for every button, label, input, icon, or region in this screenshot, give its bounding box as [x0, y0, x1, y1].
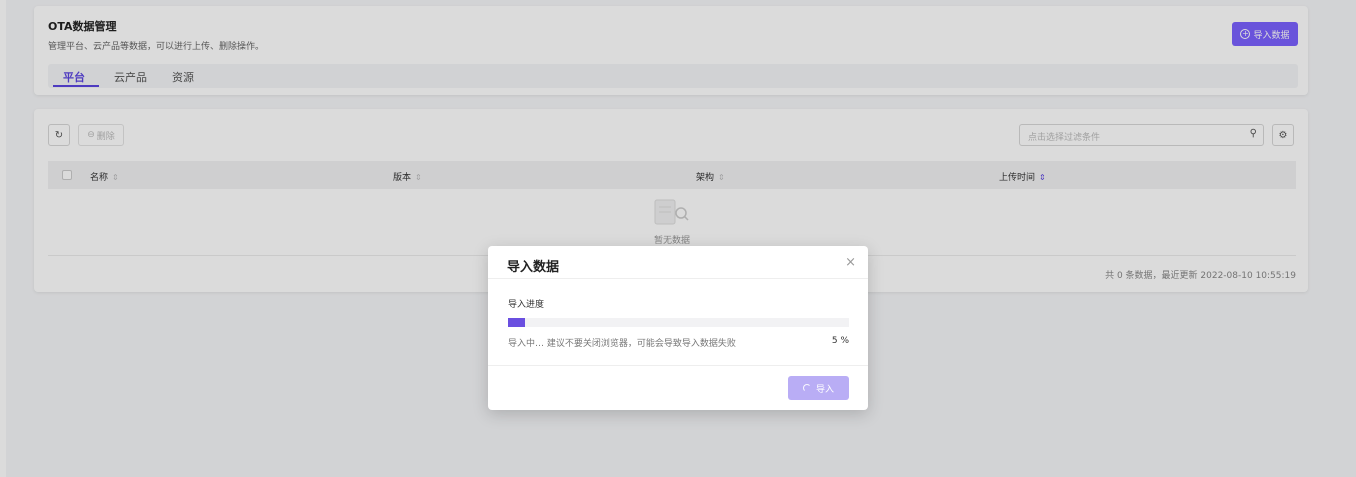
progress-label: 导入进度 [508, 300, 545, 310]
progress-hint: 导入中… 建议不要关闭浏览器，可能会导致导入数据失败 [508, 339, 736, 349]
progress-bar-fill [508, 318, 526, 327]
progress-percent: 5 % [831, 336, 849, 346]
close-icon[interactable]: × [845, 255, 856, 270]
modal-footer-divider [488, 365, 868, 366]
progress-bar [508, 318, 849, 327]
import-submit-label: 导入 [815, 384, 834, 395]
modal-title: 导入数据 [507, 260, 560, 275]
import-submit-button[interactable]: 导入 [788, 376, 849, 400]
import-modal: 导入数据 × 导入进度 导入中… 建议不要关闭浏览器，可能会导致导入数据失败 5… [488, 246, 868, 410]
modal-header-divider [488, 278, 868, 279]
loading-spinner-icon [802, 384, 811, 392]
